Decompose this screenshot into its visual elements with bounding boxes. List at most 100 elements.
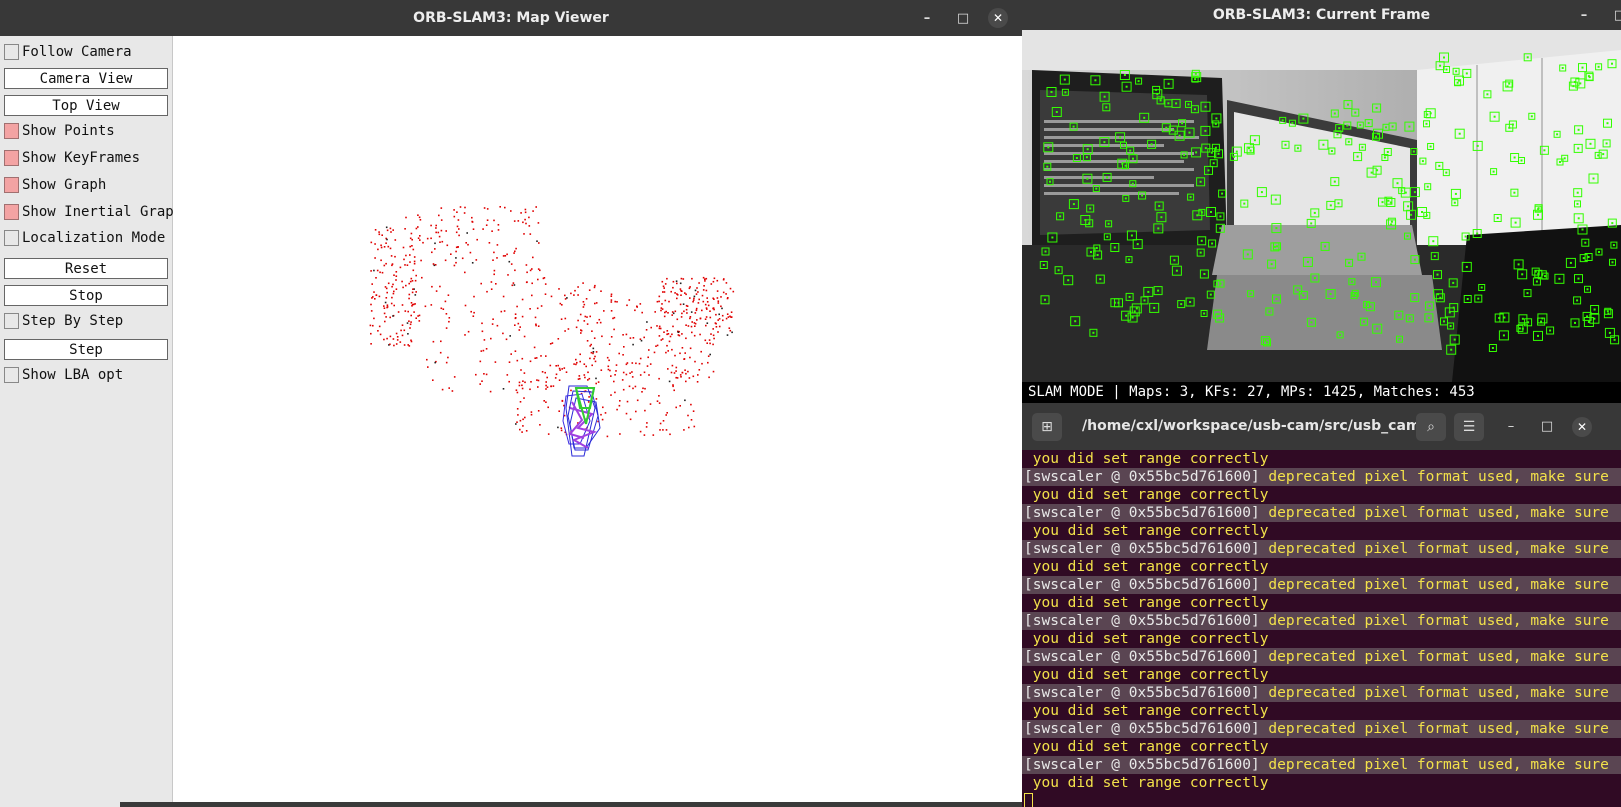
- checkbox-checked-icon[interactable]: [4, 177, 19, 193]
- feature-point: [1477, 297, 1480, 300]
- map-point: [540, 355, 542, 357]
- follow-camera-checkbox[interactable]: Follow Camera: [4, 41, 132, 63]
- map-point: [586, 323, 589, 325]
- map-point: [413, 262, 416, 265]
- map-point: [379, 333, 382, 336]
- feature-point: [1155, 88, 1158, 91]
- camera-view-button[interactable]: Camera View: [4, 68, 168, 89]
- feature-point: [1390, 223, 1393, 226]
- terminal-headerbar[interactable]: ⊞ /home/cxl/workspace/usb-cam/src/usb_ca…: [1022, 403, 1621, 450]
- maximize-icon[interactable]: □: [1540, 419, 1554, 434]
- terminal-prompt[interactable]: [1022, 792, 1621, 807]
- map-point: [435, 227, 437, 229]
- log-source-prefix: [swscaler @ 0x55bc5d761600]: [1024, 577, 1260, 593]
- map-point: [403, 258, 405, 261]
- checkbox-checked-icon[interactable]: [4, 150, 19, 166]
- terminal-line: [swscaler @ 0x55bc5d761600] deprecated p…: [1022, 720, 1621, 738]
- step-by-step-checkbox[interactable]: Step By Step: [4, 310, 123, 332]
- map-3d-canvas[interactable]: [174, 36, 1022, 802]
- map-point: [577, 286, 579, 288]
- feature-point: [1215, 117, 1218, 120]
- map-point: [695, 307, 698, 310]
- maximize-icon[interactable]: □: [956, 11, 970, 26]
- map-point: [561, 368, 563, 370]
- map-point: [518, 381, 521, 384]
- checkbox-icon[interactable]: [4, 230, 19, 246]
- show-lba-opt-checkbox[interactable]: Show LBA opt: [4, 364, 123, 386]
- map-point: [629, 372, 631, 374]
- map-point: [374, 298, 376, 300]
- map-point: [616, 408, 618, 411]
- map-point: [570, 389, 572, 392]
- feature-point: [1217, 152, 1220, 155]
- map-point: [582, 282, 584, 284]
- maximize-icon[interactable]: □: [1613, 8, 1621, 23]
- map-viewer-titlebar[interactable]: ORB-SLAM3: Map Viewer – □ ✕: [0, 0, 1022, 36]
- map-point: [511, 284, 514, 287]
- map-point: [718, 313, 720, 316]
- map-point: [680, 294, 682, 296]
- map-point: [712, 307, 714, 310]
- new-tab-icon[interactable]: ⊞: [1032, 413, 1062, 441]
- feature-point: [1348, 261, 1351, 264]
- feature-point: [1281, 119, 1284, 122]
- minimize-icon[interactable]: –: [1504, 419, 1518, 434]
- step-button[interactable]: Step: [4, 339, 168, 360]
- checkbox-icon[interactable]: [4, 44, 19, 60]
- map-point: [395, 288, 398, 290]
- terminal-output[interactable]: you did set range correctly [swscaler @ 0…: [1022, 450, 1621, 807]
- map-point: [516, 408, 519, 410]
- reset-button[interactable]: Reset: [4, 258, 168, 279]
- localization-mode-checkbox[interactable]: Localization Mode: [4, 227, 165, 249]
- feature-point: [1194, 78, 1197, 81]
- feature-point: [1133, 310, 1136, 313]
- map-point: [634, 385, 637, 388]
- map-point: [725, 282, 728, 284]
- current-frame-titlebar[interactable]: ORB-SLAM3: Current Frame – □: [1022, 0, 1621, 30]
- minimize-icon[interactable]: –: [920, 11, 934, 26]
- map-point: [402, 286, 404, 289]
- close-icon[interactable]: ✕: [1572, 416, 1592, 437]
- map-point: [373, 269, 375, 272]
- map-point: [718, 318, 721, 320]
- stop-button[interactable]: Stop: [4, 285, 168, 306]
- feature-point: [1196, 214, 1199, 217]
- feature-point: [1597, 65, 1600, 68]
- top-view-button[interactable]: Top View: [4, 95, 168, 116]
- minimize-icon[interactable]: –: [1577, 8, 1591, 23]
- map-point: [438, 214, 440, 217]
- log-message: you did set range correctly: [1024, 595, 1269, 611]
- show-points-checkbox[interactable]: Show Points: [4, 120, 115, 142]
- feature-point: [1324, 245, 1327, 248]
- log-message: you did set range correctly: [1024, 775, 1269, 791]
- show-keyframes-checkbox[interactable]: Show KeyFrames: [4, 147, 140, 169]
- log-source-prefix: [swscaler @ 0x55bc5d761600]: [1024, 613, 1260, 629]
- map-point: [622, 388, 625, 391]
- map-point: [679, 374, 682, 376]
- map-point: [395, 275, 398, 277]
- show-inertial-graph-checkbox[interactable]: Show Inertial Graph: [4, 201, 182, 223]
- map-point: [697, 302, 700, 304]
- close-icon[interactable]: ✕: [988, 8, 1008, 28]
- feature-point: [1157, 289, 1160, 292]
- map-point: [370, 310, 373, 312]
- feature-point: [1214, 122, 1217, 125]
- map-point: [683, 310, 685, 313]
- checkbox-checked-icon[interactable]: [4, 204, 19, 220]
- checkbox-icon[interactable]: [4, 367, 19, 383]
- feature-point: [1367, 122, 1370, 125]
- map-point: [706, 301, 709, 303]
- menu-icon[interactable]: ☰: [1454, 413, 1484, 441]
- search-icon[interactable]: ⌕: [1416, 413, 1446, 441]
- show-graph-checkbox[interactable]: Show Graph: [4, 174, 106, 196]
- map-point: [440, 229, 443, 232]
- feature-point: [1270, 263, 1273, 266]
- map-point: [481, 322, 483, 325]
- map-point: [671, 364, 674, 367]
- checkbox-checked-icon[interactable]: [4, 123, 19, 139]
- map-point: [641, 311, 643, 314]
- map-point: [582, 306, 585, 308]
- map-point: [579, 313, 582, 316]
- checkbox-icon[interactable]: [4, 313, 19, 329]
- map-point: [526, 271, 528, 274]
